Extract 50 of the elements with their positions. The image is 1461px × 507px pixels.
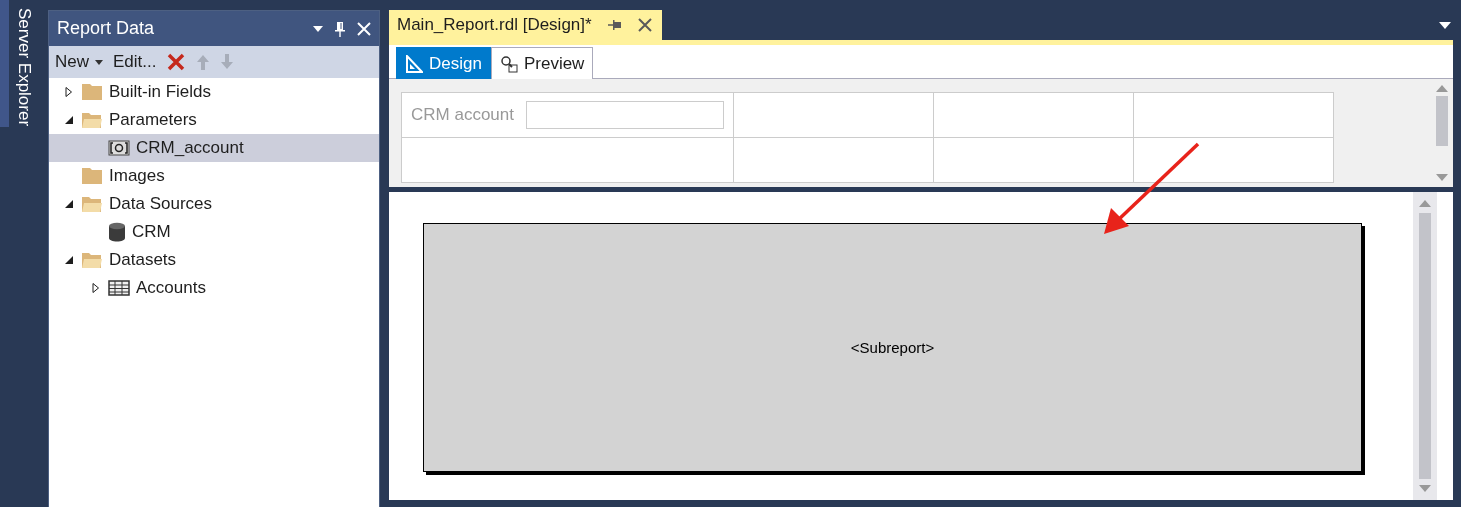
tree-item[interactable]: Accounts bbox=[49, 274, 379, 302]
new-button[interactable]: New bbox=[53, 49, 105, 75]
open-folder-icon bbox=[81, 111, 103, 129]
open-folder-icon bbox=[81, 251, 103, 269]
ruler-triangle-icon bbox=[405, 54, 423, 73]
up-arrow-icon bbox=[196, 54, 211, 70]
parameter-icon bbox=[108, 140, 130, 156]
server-explorer-tab[interactable]: Server Explorer bbox=[14, 8, 34, 127]
document-title: Main_Report.rdl [Design]* bbox=[397, 15, 592, 35]
expand-icon[interactable] bbox=[90, 282, 102, 294]
tree-item[interactable]: Data Sources bbox=[49, 190, 379, 218]
tree-item[interactable]: Built-in Fields bbox=[49, 78, 379, 106]
magnifier-page-icon bbox=[499, 54, 518, 73]
tree-item[interactable]: CRM_account bbox=[49, 134, 379, 162]
scroll-up-icon[interactable] bbox=[1419, 200, 1431, 207]
collapse-icon[interactable] bbox=[63, 114, 75, 126]
folder-icon bbox=[81, 167, 103, 185]
scroll-up-icon[interactable] bbox=[1435, 85, 1448, 92]
pin-icon[interactable] bbox=[607, 20, 622, 30]
view-tab[interactable]: Preview bbox=[490, 47, 594, 79]
scroll-thumb[interactable] bbox=[1419, 213, 1431, 479]
pin-icon[interactable] bbox=[335, 20, 345, 37]
database-icon bbox=[108, 222, 126, 242]
scrollbar[interactable] bbox=[1413, 192, 1437, 500]
dropdown-icon[interactable] bbox=[313, 25, 323, 32]
view-tab[interactable]: Design bbox=[396, 47, 491, 79]
collapse-icon[interactable] bbox=[63, 254, 75, 266]
tree-item[interactable]: Images bbox=[49, 162, 379, 190]
folder-icon bbox=[81, 83, 103, 101]
close-icon[interactable] bbox=[637, 18, 652, 32]
document-tab[interactable]: Main_Report.rdl [Design]* bbox=[389, 10, 662, 40]
open-folder-icon bbox=[81, 195, 103, 213]
parameter-field[interactable] bbox=[526, 101, 724, 129]
delete-icon bbox=[166, 52, 187, 72]
tree-item[interactable]: Parameters bbox=[49, 106, 379, 134]
scroll-down-icon[interactable] bbox=[1419, 485, 1431, 492]
subreport-placeholder[interactable]: <Subreport> bbox=[423, 223, 1362, 472]
caret-icon bbox=[95, 59, 103, 65]
down-arrow-icon bbox=[220, 54, 235, 70]
scroll-thumb[interactable] bbox=[1435, 96, 1448, 146]
dropdown-icon[interactable] bbox=[1439, 21, 1451, 29]
scroll-down-icon[interactable] bbox=[1435, 174, 1448, 181]
expand-icon[interactable] bbox=[63, 86, 75, 98]
edit-button[interactable]: Edit... bbox=[111, 49, 159, 75]
panel-title: Report Data bbox=[57, 18, 156, 39]
parameter-label: CRM account bbox=[410, 105, 515, 125]
collapse-icon[interactable] bbox=[63, 198, 75, 210]
tree-item[interactable]: CRM bbox=[49, 218, 379, 246]
tree-item[interactable]: Datasets bbox=[49, 246, 379, 274]
table-icon bbox=[108, 280, 130, 296]
